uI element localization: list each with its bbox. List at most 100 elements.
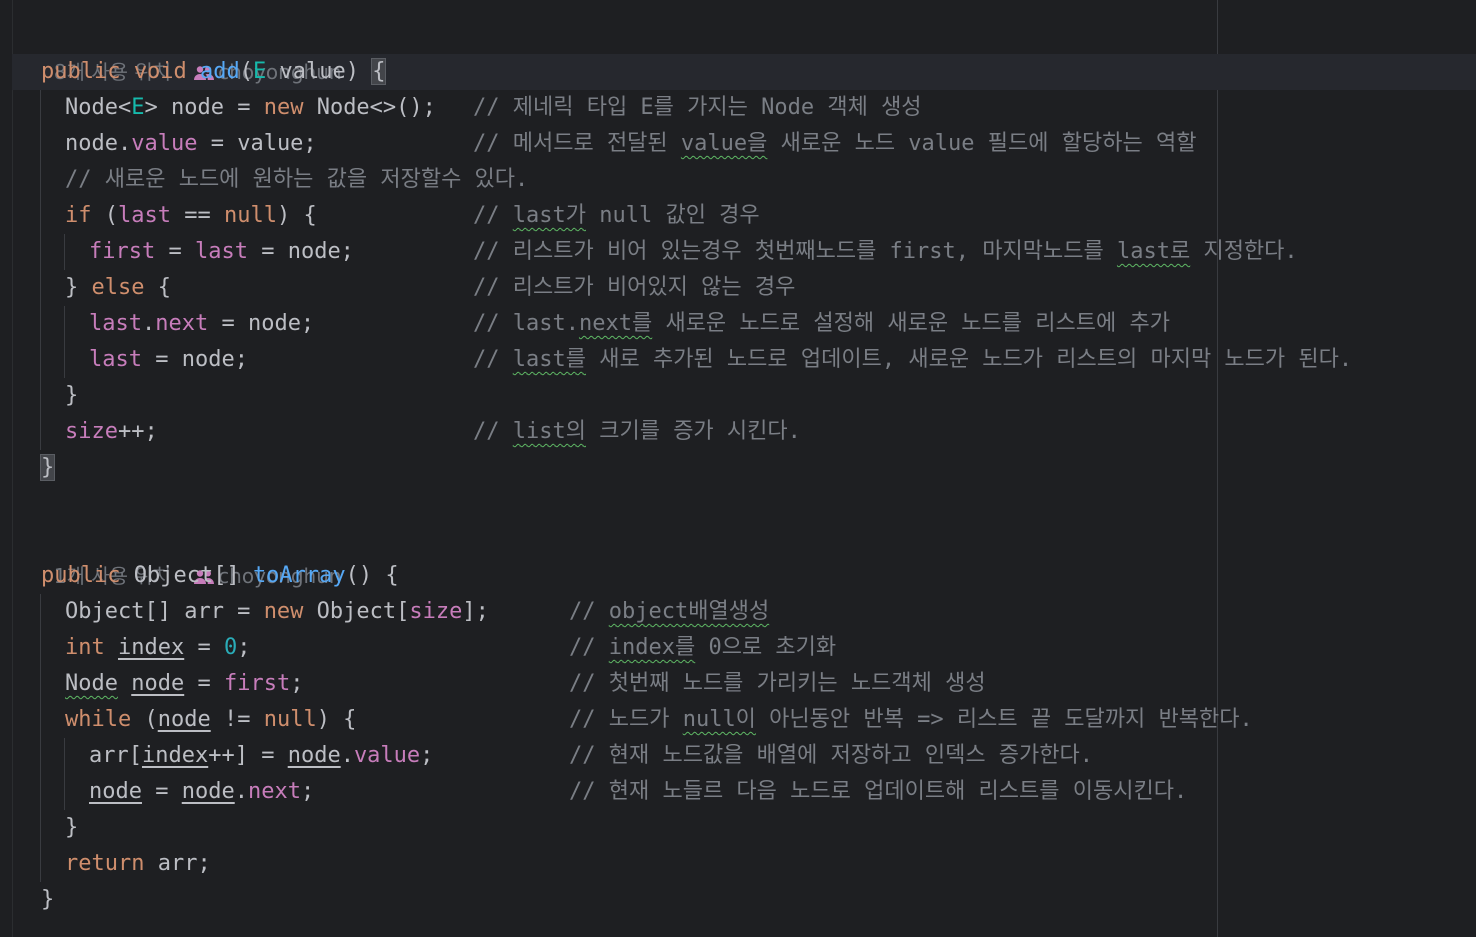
type-param: E — [131, 95, 145, 120]
code-vision-hint[interactable]: 8개 사용 위치 choyonghun — [41, 18, 342, 84]
code-line[interactable]: size++; — [65, 414, 158, 450]
code-token: != — [210, 707, 264, 732]
comment: // last가 null 값인 경우 — [473, 198, 760, 234]
code-token: = — [141, 779, 182, 804]
code-line[interactable]: first = last = node; — [89, 234, 354, 270]
code-vision-hint[interactable]: 1개 사용 위치 choyonghun — [41, 522, 342, 588]
comment: // 첫번째 노드를 가리키는 노드객체 생성 — [569, 671, 986, 696]
code-token: = node; — [208, 311, 315, 336]
code-line[interactable]: arr[index++] = node.value; — [89, 738, 433, 774]
code-line[interactable]: node = node.next; — [89, 774, 314, 810]
keyword-public: public — [41, 59, 121, 84]
code-line[interactable]: } else { — [65, 270, 171, 306]
code-line[interactable]: while (node != null) { — [65, 702, 356, 738]
indent-guide — [64, 738, 65, 810]
code-line[interactable]: } — [39, 450, 56, 486]
comment-text: null 값인 경우 — [585, 203, 760, 228]
code-line[interactable]: last = node; — [89, 342, 248, 378]
keyword-int: int — [65, 635, 105, 660]
keyword-new: new — [263, 95, 304, 120]
comment-text: 새로운 노드로 설정해 새로운 노드를 리스트에 추가 — [652, 311, 1170, 336]
type-node: Node — [65, 671, 118, 696]
code-token: ++] = — [208, 743, 288, 768]
number-literal: 0 — [223, 635, 238, 660]
code-token: arr; — [144, 851, 211, 876]
keyword-else: else — [91, 275, 145, 300]
variable-node: node — [287, 743, 341, 768]
comment-text: // — [473, 347, 513, 372]
code-line[interactable]: last.next = node; — [89, 306, 314, 342]
indent-guide — [40, 90, 41, 450]
typo-word: value을 — [680, 131, 768, 156]
comment: // last.next를 새로운 노드로 설정해 새로운 노드를 리스트에 추… — [473, 306, 1170, 342]
typo-word: object배열생성 — [608, 599, 770, 624]
code-line[interactable]: public void add(E value) { — [41, 54, 387, 90]
code-line[interactable]: } — [65, 378, 78, 414]
keyword-if: if — [65, 203, 92, 228]
code-token: { — [144, 275, 171, 300]
field-value: value — [353, 743, 421, 768]
comment: // 새로운 노드에 원하는 값을 저장할수 있다. — [65, 167, 529, 192]
comment-text: // — [473, 203, 513, 228]
variable-node: node — [181, 779, 235, 804]
code-token: ) { — [316, 707, 357, 732]
keyword-new: new — [263, 599, 304, 624]
matched-brace: { — [371, 58, 387, 85]
comment-text: // — [569, 635, 609, 660]
comment: // index를 0으로 초기화 — [569, 630, 836, 666]
code-line[interactable]: int index = 0; — [65, 630, 250, 666]
comment: // 제네릭 타입 E를 가지는 Node 객체 생성 — [473, 95, 922, 120]
comment: // 리스트가 비어 있는경우 첫번째노드를 first, 마지막노드를 las… — [473, 234, 1298, 270]
type-param: E — [252, 59, 267, 84]
code-token: ) { — [276, 203, 317, 228]
code-token: ]; — [462, 599, 489, 624]
comment-text: 아닌동안 반복 => 리스트 끝 도달까지 반복한다. — [755, 707, 1253, 732]
field-last: last — [89, 347, 142, 372]
code-token: Node< — [65, 95, 132, 120]
code-token: = — [155, 239, 195, 264]
field-first: first — [89, 239, 156, 264]
code-line[interactable]: node.value = value; — [65, 126, 317, 162]
code-token: Object[ — [303, 599, 410, 624]
field-value: value — [131, 131, 198, 156]
field-next: next — [247, 779, 301, 804]
code-token: = — [184, 635, 224, 660]
code-token: ( — [131, 707, 158, 732]
variable-node: node — [89, 779, 142, 804]
indent-guide — [64, 306, 65, 378]
keyword-null: null — [263, 707, 317, 732]
comment-text: // — [473, 419, 513, 444]
field-size: size — [65, 419, 118, 444]
variable-index: index — [118, 635, 185, 660]
code-line[interactable]: Node<E> node = new Node<>(); — [65, 90, 436, 126]
code-line[interactable]: Node node = first; — [65, 666, 303, 702]
comment: // 현재 노드값을 배열에 저장하고 인덱스 증가한다. — [569, 743, 1094, 768]
code-line[interactable]: } — [41, 882, 54, 918]
param-name: value — [266, 59, 346, 84]
code-token: ( — [91, 203, 118, 228]
code-line[interactable]: Object[] arr = new Object[size]; — [65, 594, 489, 630]
indent-guide — [40, 594, 41, 882]
comment: // 현재 노들르 다음 노드로 업데이트해 리스트를 이동시킨다. — [569, 779, 1188, 804]
typo-word: index를 — [608, 635, 696, 660]
code-token: ; — [237, 635, 251, 660]
code-token: == — [170, 203, 224, 228]
code-line[interactable]: public Object[] toArray() { — [41, 558, 399, 594]
code-token: = value; — [197, 131, 317, 156]
comment: // 노드가 null이 아닌동안 반복 => 리스트 끝 도달까지 반복한다. — [569, 702, 1253, 738]
keyword-while: while — [65, 707, 132, 732]
code-token: ++; — [117, 419, 158, 444]
typo-word: null이 — [682, 707, 756, 732]
keyword-public: public — [41, 563, 121, 588]
code-line[interactable]: return arr; — [65, 846, 211, 882]
code-line[interactable]: } — [65, 810, 78, 846]
typo-word: list의 — [512, 419, 586, 444]
code-token: node. — [65, 131, 132, 156]
keyword-null: null — [223, 203, 277, 228]
field-last: last — [118, 203, 171, 228]
code-line[interactable]: if (last == null) { — [65, 198, 317, 234]
editor-gutter-edge — [12, 0, 13, 937]
code-token: Node<>(); — [303, 95, 436, 120]
